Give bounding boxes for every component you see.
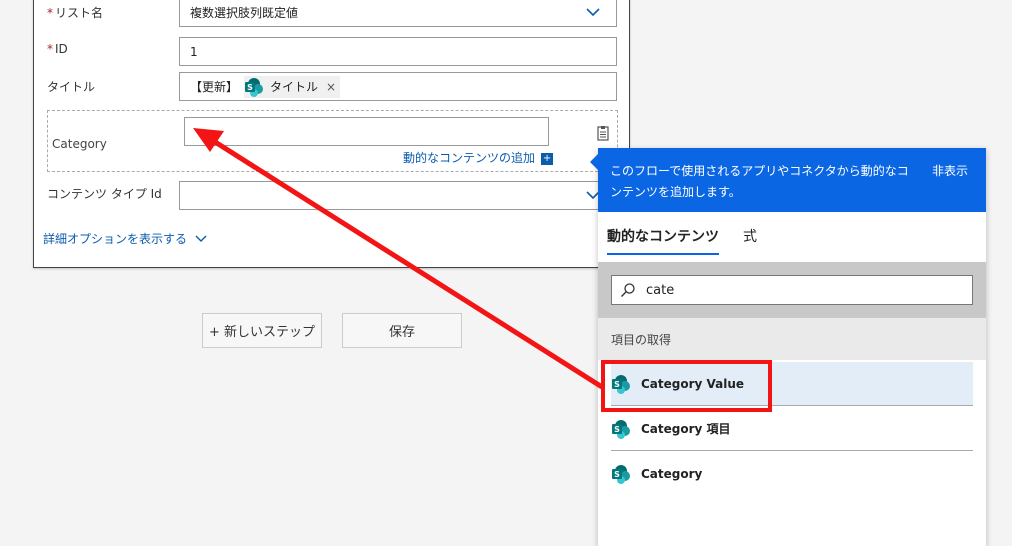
chevron-down-icon [195, 235, 207, 242]
sharepoint-icon: S [612, 419, 630, 439]
category-label: Category [52, 137, 107, 151]
svg-text:S: S [614, 425, 620, 434]
close-icon[interactable]: × [326, 80, 336, 94]
panel-tabs: 動的なコンテンツ 式 [598, 212, 986, 262]
category-input[interactable] [184, 117, 549, 146]
title-label: タイトル [47, 80, 96, 94]
content-type-select[interactable] [179, 181, 617, 210]
list-name-select[interactable]: 複数選択肢列既定値 [179, 0, 617, 27]
hide-panel-link[interactable]: 非表示 [932, 161, 968, 182]
new-step-button[interactable]: + 新しいステップ [202, 313, 322, 348]
plus-icon: + [541, 152, 554, 165]
action-card: * リスト名 複数選択肢列既定値 * ID 1 タイトル 【更新】 S タイトル ×… [33, 0, 630, 268]
search-icon [621, 283, 635, 297]
search-input[interactable]: cate [611, 275, 973, 305]
save-button[interactable]: 保存 [342, 313, 462, 348]
id-label: * ID [47, 42, 68, 56]
list-name-label: * リスト名 [47, 6, 104, 20]
sharepoint-icon: S [612, 465, 630, 484]
content-type-label: コンテンツ タイプ Id [47, 187, 162, 201]
dynamic-content-panel: このフローで使用されるアプリやコネクタから動的なコンテンツを追加します。 非表示… [590, 148, 986, 546]
title-token-label: タイトル [270, 80, 319, 94]
panel-description: このフローで使用されるアプリやコネクタから動的なコンテンツを追加します。 [610, 164, 909, 199]
title-prefix: 【更新】 [190, 80, 239, 94]
id-input[interactable]: 1 [179, 37, 617, 66]
highlight-box [601, 360, 772, 412]
panel-caret [590, 154, 598, 170]
title-token[interactable]: S タイトル × [244, 75, 341, 98]
tab-dynamic-content[interactable]: 動的なコンテンツ [607, 226, 719, 246]
panel-header: このフローで使用されるアプリやコネクタから動的なコンテンツを追加します。 非表示 [598, 148, 986, 212]
list-item[interactable]: S Category [611, 452, 973, 496]
section-header-get-item: 項目の取得 [598, 318, 986, 360]
list-item[interactable]: S Category 項目 [611, 407, 973, 451]
tab-expression[interactable]: 式 [743, 226, 757, 246]
add-dynamic-content-link[interactable]: 動的なコンテンツの追加 + [403, 149, 554, 166]
title-input[interactable]: 【更新】 S タイトル × [179, 72, 617, 101]
search-area: cate [598, 262, 986, 318]
category-field-container: Category 動的なコンテンツの追加 + [47, 110, 618, 172]
clipboard-icon[interactable] [595, 125, 611, 141]
svg-text:S: S [614, 470, 620, 479]
show-advanced-options-link[interactable]: 詳細オプションを表示する [43, 230, 207, 247]
svg-text:S: S [247, 83, 253, 92]
active-tab-indicator [607, 253, 719, 255]
chevron-down-icon [586, 8, 600, 17]
sharepoint-icon: S [245, 77, 264, 97]
